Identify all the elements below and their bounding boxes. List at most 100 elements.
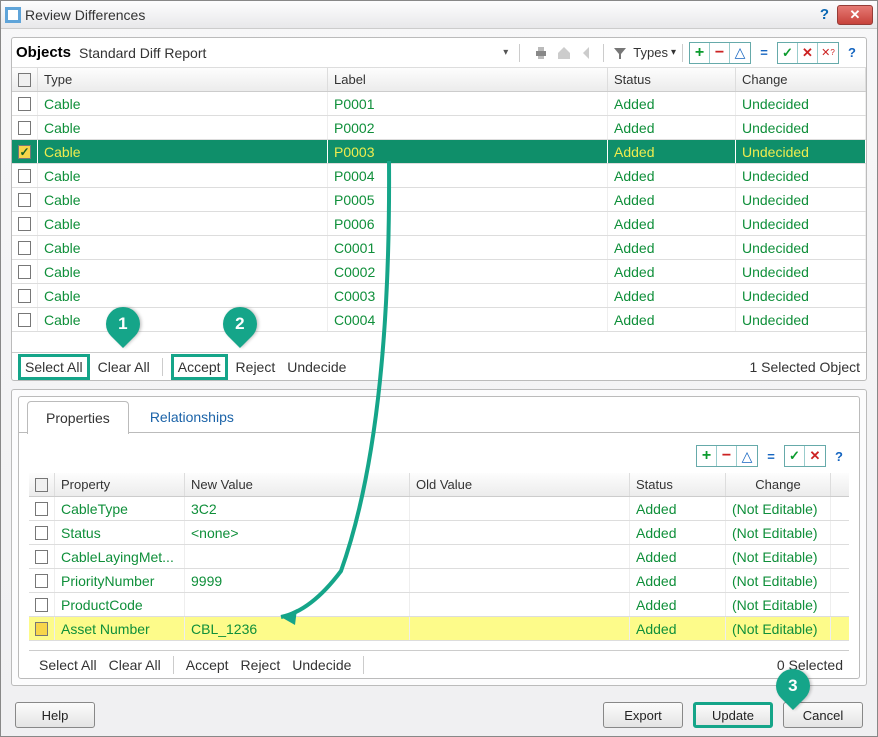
property-row[interactable]: CableLayingMet... Added(Not Editable) (29, 545, 849, 569)
filter-equal-icon[interactable]: = (754, 43, 774, 63)
property-row[interactable]: Status<none>Added(Not Editable) (29, 521, 849, 545)
export-button[interactable]: Export (603, 702, 683, 728)
row-checkbox[interactable] (35, 598, 48, 612)
tab-properties[interactable]: Properties (27, 401, 129, 434)
table-row[interactable]: CableP0005AddedUndecided (12, 188, 866, 212)
accept-button[interactable]: Accept (171, 354, 228, 380)
row-checkbox[interactable] (35, 550, 48, 564)
prop-accept-button[interactable]: Accept (182, 655, 233, 675)
prop-undecide-button[interactable]: Undecide (288, 655, 355, 675)
property-row[interactable]: ProductCodeAdded(Not Editable) (29, 593, 849, 617)
tab-relationships[interactable]: Relationships (131, 400, 253, 433)
cell-property: CableLayingMet... (55, 545, 185, 568)
clear-all-button[interactable]: Clear All (94, 357, 154, 377)
help-icon[interactable]: ? (820, 6, 829, 23)
cell-prop-status: Added (630, 569, 726, 592)
prop-filter-modified-icon[interactable]: △ (737, 446, 757, 466)
row-checkbox[interactable] (18, 313, 31, 327)
cell-prop-change: (Not Editable) (726, 569, 831, 592)
column-type[interactable]: Type (38, 68, 328, 91)
row-checkbox[interactable] (18, 97, 31, 111)
cell-status: Added (608, 260, 736, 283)
details-panel: Properties Relationships + − △ = ✓ ✕ ? (11, 389, 867, 686)
table-row[interactable]: CableC0003AddedUndecided (12, 284, 866, 308)
row-checkbox[interactable] (18, 121, 31, 135)
table-row[interactable]: CableP0001AddedUndecided (12, 92, 866, 116)
prop-select-all-button[interactable]: Select All (35, 655, 101, 675)
property-row[interactable]: PriorityNumber9999Added(Not Editable) (29, 569, 849, 593)
cell-prop-change: (Not Editable) (726, 617, 831, 640)
row-checkbox[interactable] (18, 169, 31, 183)
select-all-checkbox[interactable] (18, 73, 31, 87)
cell-change: Undecided (736, 188, 866, 211)
column-change[interactable]: Change (736, 68, 866, 91)
column-status[interactable]: Status (608, 68, 736, 91)
objects-table-body: CableP0001AddedUndecidedCableP0002AddedU… (12, 92, 866, 352)
update-button[interactable]: Update (693, 702, 773, 728)
cell-prop-change: (Not Editable) (726, 545, 831, 568)
column-label[interactable]: Label (328, 68, 608, 91)
cell-prop-status: Added (630, 545, 726, 568)
filter-added-icon[interactable]: + (690, 43, 710, 63)
row-checkbox[interactable] (35, 574, 48, 588)
properties-table-header: Property New Value Old Value Status Chan… (29, 473, 849, 497)
prop-filter-accepted-icon[interactable]: ✓ (785, 446, 805, 466)
filter-removed-icon[interactable]: − (710, 43, 730, 63)
table-row[interactable]: CableP0002AddedUndecided (12, 116, 866, 140)
column-prop-change[interactable]: Change (726, 473, 831, 496)
prop-reject-button[interactable]: Reject (237, 655, 285, 675)
prop-filter-removed-icon[interactable]: − (717, 446, 737, 466)
prop-clear-all-button[interactable]: Clear All (105, 655, 165, 675)
cell-status: Added (608, 212, 736, 235)
cell-old-value (410, 545, 630, 568)
prop-filter-rejected-icon[interactable]: ✕ (805, 446, 825, 466)
close-button[interactable]: ✕ (837, 5, 873, 25)
row-checkbox[interactable] (18, 265, 31, 279)
cell-status: Added (608, 116, 736, 139)
filter-accepted-icon[interactable]: ✓ (778, 43, 798, 63)
column-old-value[interactable]: Old Value (410, 473, 630, 496)
filter-undecided-icon[interactable]: ✕? (818, 43, 838, 63)
help-button[interactable]: Help (15, 702, 95, 728)
property-row[interactable]: Asset NumberCBL_1236Added(Not Editable) (29, 617, 849, 641)
column-prop-status[interactable]: Status (630, 473, 726, 496)
cell-new-value: 3C2 (185, 497, 410, 520)
row-checkbox[interactable] (18, 145, 31, 159)
cell-status: Added (608, 164, 736, 187)
row-checkbox[interactable] (18, 289, 31, 303)
filter-rejected-icon[interactable]: ✕ (798, 43, 818, 63)
print-icon[interactable] (531, 43, 551, 63)
prop-select-all-checkbox[interactable] (35, 478, 48, 492)
titlebar: Review Differences ? ✕ (1, 1, 877, 29)
row-checkbox[interactable] (18, 241, 31, 255)
row-checkbox[interactable] (18, 217, 31, 231)
column-property[interactable]: Property (55, 473, 185, 496)
table-row[interactable]: CableP0004AddedUndecided (12, 164, 866, 188)
undecide-button[interactable]: Undecide (283, 357, 350, 377)
row-checkbox[interactable] (18, 193, 31, 207)
reject-button[interactable]: Reject (232, 357, 280, 377)
table-row[interactable]: CableP0006AddedUndecided (12, 212, 866, 236)
select-all-button[interactable]: Select All (18, 354, 90, 380)
row-checkbox[interactable] (35, 502, 48, 516)
row-checkbox[interactable] (35, 622, 48, 636)
filter-icon[interactable] (610, 43, 630, 63)
row-checkbox[interactable] (35, 526, 48, 540)
column-new-value[interactable]: New Value (185, 473, 410, 496)
prop-help-icon[interactable]: ? (829, 446, 849, 466)
types-filter[interactable]: Types ▾ (633, 45, 676, 60)
cell-status: Added (608, 284, 736, 307)
prop-filter-added-icon[interactable]: + (697, 446, 717, 466)
table-row[interactable]: CableC0002AddedUndecided (12, 260, 866, 284)
help-toolbar-icon[interactable]: ? (842, 43, 862, 63)
filter-modified-icon[interactable]: △ (730, 43, 750, 63)
property-row[interactable]: CableType3C2Added(Not Editable) (29, 497, 849, 521)
table-row[interactable]: CableP0003AddedUndecided (12, 140, 866, 164)
prop-filter-equal-icon[interactable]: = (761, 446, 781, 466)
chevron-down-icon[interactable]: ▾ (503, 47, 508, 58)
selection-count: 1 Selected Object (749, 359, 860, 375)
cell-prop-change: (Not Editable) (726, 593, 831, 616)
table-row[interactable]: CableC0001AddedUndecided (12, 236, 866, 260)
diff-view-selector[interactable]: Standard Diff Report (79, 45, 495, 61)
cell-change: Undecided (736, 236, 866, 259)
